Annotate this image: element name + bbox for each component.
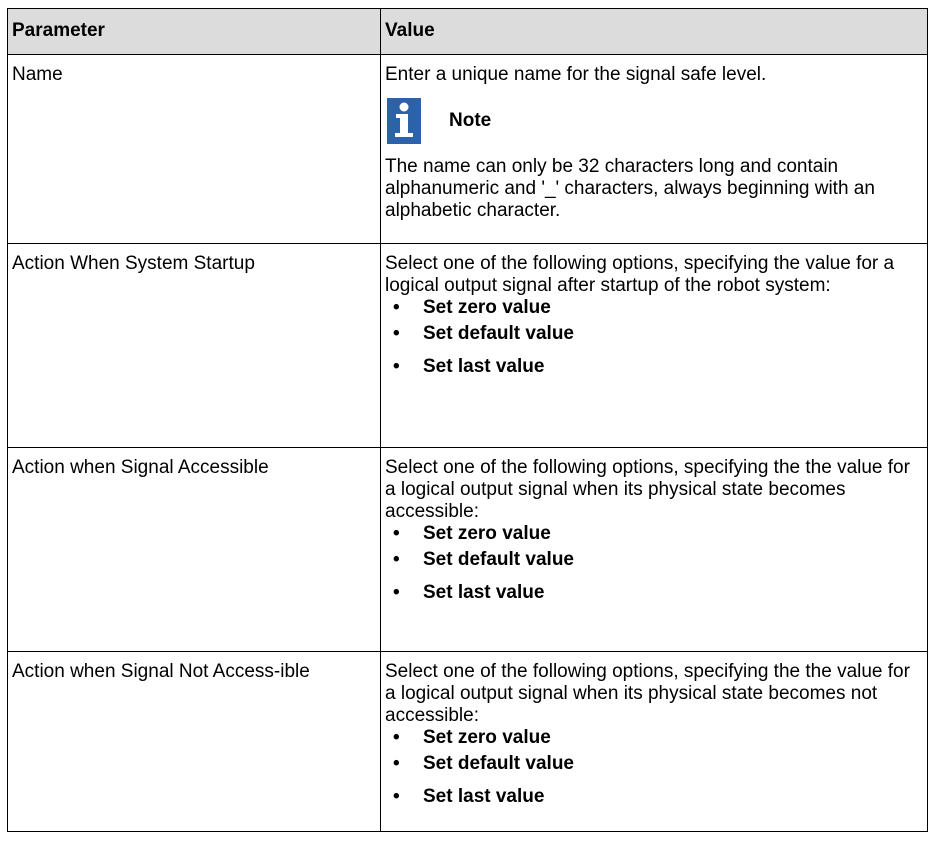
option-list: Set zero value Set default value Set las… — [385, 523, 923, 615]
option-item: Set zero value — [393, 523, 923, 549]
note-label: Note — [449, 110, 492, 131]
parameter-table: Parameter Value Name Enter a unique name… — [7, 8, 928, 832]
option-item: Set default value — [393, 753, 923, 786]
value-cell: Select one of the following options, spe… — [380, 243, 928, 448]
parameter-cell: Action when Signal Accessible — [7, 447, 381, 652]
note-text: The name can only be 32 characters long … — [385, 156, 875, 221]
option-item: Set last value — [393, 786, 923, 819]
table-header-row: Parameter Value — [7, 8, 928, 55]
option-item: Set zero value — [393, 727, 923, 753]
value-cell: Select one of the following options, spe… — [380, 651, 928, 832]
parameter-cell: Name — [7, 54, 381, 244]
option-item: Set zero value — [393, 297, 923, 323]
option-item: Set last value — [393, 582, 923, 615]
parameter-cell: Action when Signal Not Access-ible — [7, 651, 381, 832]
value-intro: Select one of the following options, spe… — [385, 253, 895, 296]
header-value: Value — [380, 8, 928, 55]
table-row: Action when Signal Accessible Select one… — [7, 447, 928, 652]
header-parameter: Parameter — [7, 8, 381, 55]
option-item: Set default value — [393, 549, 923, 582]
value-intro: Select one of the following options, spe… — [385, 661, 910, 726]
value-cell: Enter a unique name for the signal safe … — [380, 54, 928, 244]
note-header: Note — [385, 98, 923, 144]
option-item: Set last value — [393, 356, 923, 389]
value-intro: Enter a unique name for the signal safe … — [385, 64, 767, 85]
info-note-icon — [387, 98, 421, 144]
value-intro: Select one of the following options, spe… — [385, 457, 910, 522]
option-list: Set zero value Set default value Set las… — [385, 727, 923, 819]
option-list: Set zero value Set default value Set las… — [385, 297, 923, 389]
table-row: Name Enter a unique name for the signal … — [7, 54, 928, 244]
table-row: Action when Signal Not Access-ible Selec… — [7, 651, 928, 832]
option-item: Set default value — [393, 323, 923, 356]
value-cell: Select one of the following options, spe… — [380, 447, 928, 652]
table-row: Action When System Startup Select one of… — [7, 243, 928, 448]
parameter-cell: Action When System Startup — [7, 243, 381, 448]
